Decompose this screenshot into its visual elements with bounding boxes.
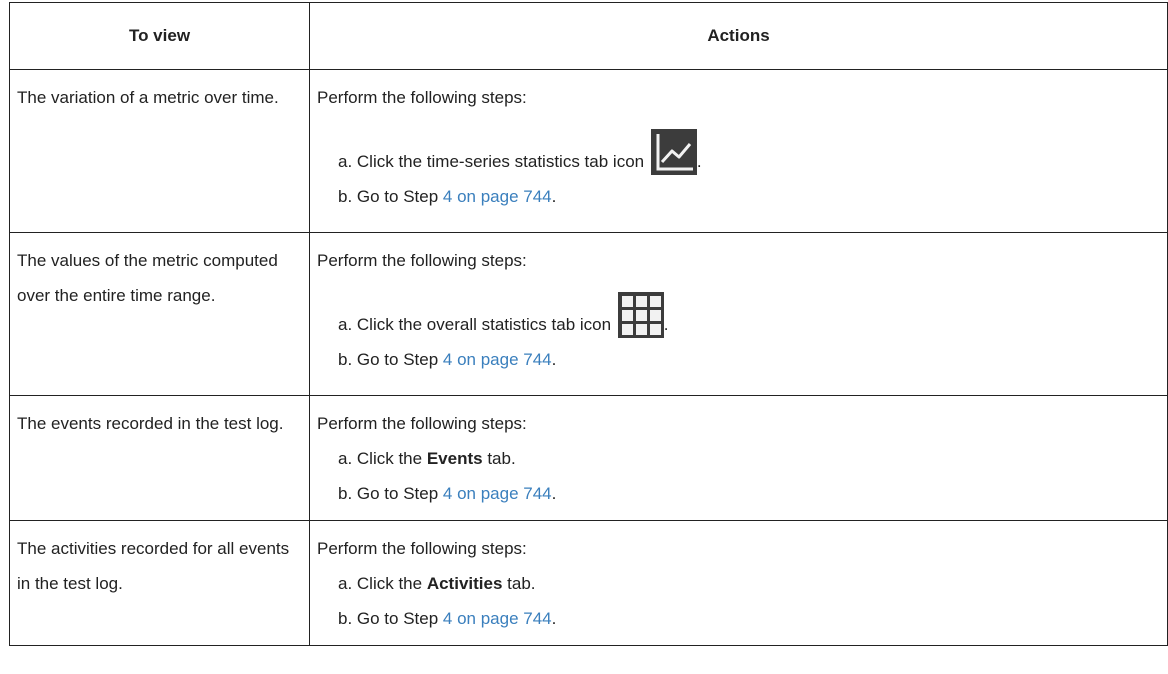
step-link[interactable]: 4 on page 744: [443, 609, 552, 628]
to-view-cell: The events recorded in the test log.: [9, 395, 310, 521]
to-view-cell: The activities recorded for all events i…: [9, 520, 310, 646]
header-to-view: To view: [9, 2, 310, 70]
step-a: a. Click the time-series statistics tab …: [317, 129, 1167, 179]
step-a: a. Click the overall statistics tab icon: [317, 292, 1167, 342]
time-series-chart-icon[interactable]: [650, 129, 697, 175]
step-b: b. Go to Step 4 on page 744.: [338, 350, 557, 369]
step-a: a. Click the Events tab.: [338, 449, 516, 468]
to-view-cell: The values of the metric computed over t…: [9, 232, 310, 396]
table-row: The variation of a metric over time. Per…: [9, 69, 1168, 233]
intro-text: Perform the following steps:: [317, 251, 527, 270]
actions-cell: Perform the following steps: a. Click th…: [309, 520, 1168, 646]
table-row: The activities recorded for all events i…: [9, 520, 1168, 646]
actions-table: To view Actions The variation of a metri…: [9, 2, 1168, 646]
table-header-row: To view Actions: [9, 2, 1168, 70]
events-tab-name: Events: [426, 449, 483, 468]
activities-tab-name: Activities: [426, 574, 503, 593]
grid-table-icon[interactable]: [617, 292, 664, 338]
actions-cell: Perform the following steps: a. Click th…: [309, 232, 1168, 396]
intro-text: Perform the following steps:: [317, 539, 527, 558]
step-link[interactable]: 4 on page 744: [443, 187, 552, 206]
to-view-cell: The variation of a metric over time.: [9, 69, 310, 233]
table-row: The values of the metric computed over t…: [9, 232, 1168, 396]
step-b: b. Go to Step 4 on page 744.: [338, 609, 557, 628]
step-a: a. Click the Activities tab.: [338, 574, 536, 593]
actions-cell: Perform the following steps: a. Click th…: [309, 69, 1168, 233]
step-b: b. Go to Step 4 on page 744.: [338, 187, 557, 206]
step-link[interactable]: 4 on page 744: [443, 350, 552, 369]
intro-text: Perform the following steps:: [317, 414, 527, 433]
table-row: The events recorded in the test log. Per…: [9, 395, 1168, 521]
step-link[interactable]: 4 on page 744: [443, 484, 552, 503]
header-actions: Actions: [309, 2, 1168, 70]
actions-cell: Perform the following steps: a. Click th…: [309, 395, 1168, 521]
step-b: b. Go to Step 4 on page 744.: [338, 484, 557, 503]
intro-text: Perform the following steps:: [317, 88, 527, 107]
